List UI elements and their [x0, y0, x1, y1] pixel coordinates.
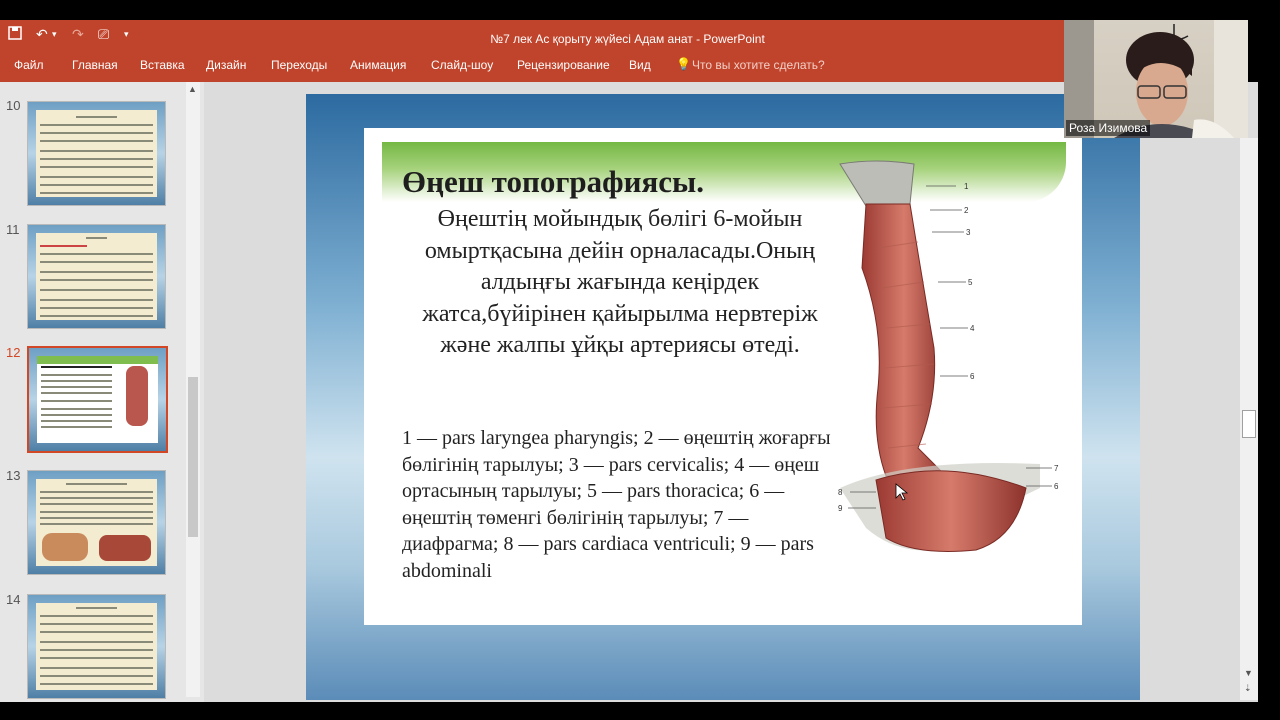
figure-label: 7: [1054, 464, 1059, 473]
participant-name: Роза Изимова: [1066, 120, 1151, 136]
webcam-video: Роза Изимова: [1064, 20, 1248, 138]
thumbnail-number: 10: [6, 98, 21, 113]
tab-transitions[interactable]: Переходы: [271, 58, 327, 72]
figure-label: 1: [964, 182, 969, 191]
figure-label: 6: [970, 372, 975, 381]
next-slide-icon[interactable]: ⇣: [1244, 683, 1252, 694]
slide-vertical-scrollbar[interactable]: ▼ ⇣: [1240, 138, 1258, 700]
thumbnail-scrollbar[interactable]: ▲: [186, 82, 200, 697]
slide-thumbnail-11[interactable]: [27, 224, 166, 329]
title-bar: ↶ ▾ ↷ ⎚ ▾ №7 лек Ас қорыту жүйесі Адам а…: [0, 20, 1064, 82]
tab-insert[interactable]: Вставка: [140, 58, 185, 72]
tab-review[interactable]: Рецензирование: [517, 58, 610, 72]
scroll-thumb[interactable]: [188, 377, 198, 537]
tab-file[interactable]: Файл: [14, 58, 44, 72]
tab-view[interactable]: Вид: [629, 58, 651, 72]
figure-label: 6: [1054, 482, 1059, 491]
figure-label: 8: [838, 488, 843, 497]
scroll-up-icon[interactable]: ▲: [188, 84, 197, 94]
scroll-thumb[interactable]: [1242, 410, 1256, 438]
slide-body-text[interactable]: Өңештің мойындық бөлігі 6-мойын омыртқас…: [410, 204, 830, 362]
tab-animations[interactable]: Анимация: [350, 58, 406, 72]
tell-me-search[interactable]: Что вы хотите сделать?: [692, 58, 825, 72]
esophagus-illustration: 1 2 3 5 4 6 7 6 8 9: [838, 160, 1059, 552]
lightbulb-icon: 💡: [676, 57, 691, 71]
figure-label: 2: [964, 206, 969, 215]
figure-label: 9: [838, 504, 843, 513]
thumbnail-number: 14: [6, 592, 21, 607]
slide-thumbnail-13[interactable]: [27, 470, 166, 575]
slide-thumbnail-12[interactable]: [27, 346, 168, 453]
tab-slideshow[interactable]: Слайд-шоу: [431, 58, 493, 72]
tab-design[interactable]: Дизайн: [206, 58, 246, 72]
slide-heading[interactable]: Өңеш топографиясы.: [402, 164, 704, 200]
figure-label: 5: [968, 278, 973, 287]
slide-legend-text[interactable]: 1 — pars laryngea pharyngis; 2 — өңештің…: [402, 425, 832, 585]
figure-label: 3: [966, 228, 971, 237]
slide-thumbnail-14[interactable]: [27, 594, 166, 699]
thumbnail-number: 12: [6, 345, 21, 360]
figure-label: 4: [970, 324, 975, 333]
tab-home[interactable]: Главная: [72, 58, 118, 72]
slide-thumbnail-pane: 10 11 12 13 14: [0, 82, 204, 702]
thumbnail-number: 13: [6, 468, 21, 483]
scroll-down-icon[interactable]: ▼: [1244, 668, 1253, 678]
slide-thumbnail-10[interactable]: [27, 101, 166, 206]
thumbnail-number: 11: [6, 222, 20, 237]
